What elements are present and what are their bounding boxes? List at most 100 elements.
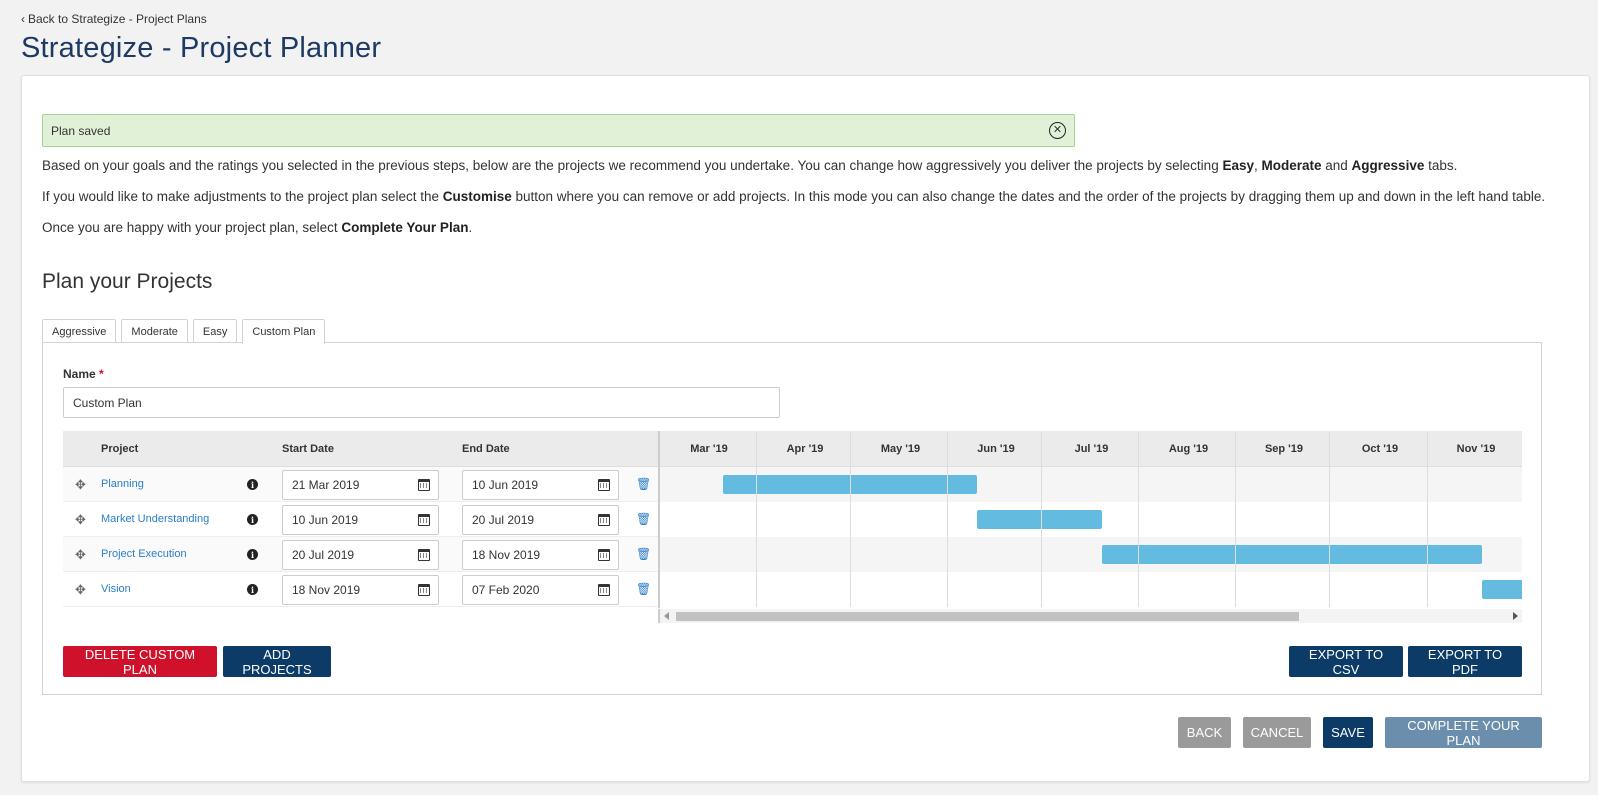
export-pdf-button[interactable]: EXPORT TO PDF [1408,646,1522,677]
end-date-value: 18 Nov 2019 [472,548,541,562]
intro-text: If you would like to make adjustments to… [42,189,443,204]
start-date-input[interactable]: 10 Jun 2019 [282,505,439,535]
drag-handle-icon[interactable]: ✥ [75,582,86,598]
gantt-scrollbar[interactable] [658,609,1522,623]
projects-table: Project Start Date End Date ✥ Planning i… [63,431,658,607]
table-header: Project Start Date End Date [63,431,658,467]
calendar-icon[interactable] [418,549,430,561]
cancel-button[interactable]: CANCEL [1243,717,1311,748]
table-body: ✥ Planning i 21 Mar 2019 10 Jun 2019 🗑 ✥… [63,467,658,607]
drag-handle-icon[interactable]: ✥ [75,512,86,528]
col-end-date: End Date [462,443,510,455]
calendar-icon[interactable] [418,479,430,491]
intro-bold-aggressive: Aggressive [1351,158,1425,173]
tab-panel: Name * Project Start Date End Date ✥ Pla… [42,342,1542,695]
scroll-right-icon[interactable] [1513,612,1518,620]
name-label-text: Name [63,367,96,381]
calendar-icon[interactable] [418,584,430,596]
alert-text: Plan saved [51,123,111,138]
end-date-input[interactable]: 10 Jun 2019 [462,470,619,500]
drag-handle-icon[interactable]: ✥ [75,477,86,493]
export-csv-button[interactable]: EXPORT TO CSV [1289,646,1403,677]
scroll-thumb[interactable] [676,612,1299,621]
gantt-month-label: Mar '19 [690,443,728,455]
info-icon[interactable]: i [247,549,258,560]
success-alert: Plan saved ✕ [42,114,1075,147]
calendar-icon[interactable] [598,549,610,561]
start-date-value: 20 Jul 2019 [292,548,355,562]
calendar-icon[interactable] [598,584,610,596]
project-link[interactable]: Vision [101,583,131,595]
gantt-row [660,502,1522,537]
gantt-gridline [850,431,851,607]
col-project: Project [101,443,139,455]
calendar-icon[interactable] [418,514,430,526]
end-date-value: 10 Jun 2019 [472,478,539,492]
gantt-bar[interactable] [977,510,1103,529]
intro-text: and [1321,158,1352,173]
trash-icon[interactable]: 🗑 [636,547,651,561]
calendar-icon[interactable] [598,479,610,491]
close-alert-icon[interactable]: ✕ [1049,122,1066,139]
back-link-label: Back to Strategize - Project Plans [28,12,207,26]
intro-text: Based on your goals and the ratings you … [42,158,1223,173]
trash-icon[interactable]: 🗑 [636,512,651,526]
scroll-left-icon[interactable] [664,612,669,620]
gantt-month-label: May '19 [880,443,921,455]
start-date-input[interactable]: 21 Mar 2019 [282,470,439,500]
start-date-input[interactable]: 20 Jul 2019 [282,540,439,570]
name-label: Name * [63,367,104,381]
gantt-gridline [1041,431,1042,607]
intro-text: button where you can remove or add proje… [511,189,1546,204]
delete-custom-plan-button[interactable]: DELETE CUSTOM PLAN [63,646,217,677]
back-link[interactable]: ‹ Back to Strategize - Project Plans [21,12,207,26]
tab-aggressive[interactable]: Aggressive [42,319,117,343]
gantt-bar[interactable] [1482,580,1522,599]
gantt-chart: Mar '19 Apr '19 May '19 Jun '19 Jul '19 Aug '… [658,431,1522,627]
add-projects-button[interactable]: ADD PROJECTS [223,646,331,677]
gantt-row [660,467,1522,502]
info-icon[interactable]: i [247,514,258,525]
gantt-month-label: Oct '19 [1361,443,1399,455]
gantt-month-label: Sep '19 [1264,443,1304,455]
end-date-input[interactable]: 20 Jul 2019 [462,505,619,535]
end-date-input[interactable]: 18 Nov 2019 [462,540,619,570]
project-link[interactable]: Planning [101,478,144,490]
start-date-value: 18 Nov 2019 [292,583,361,597]
chevron-left-icon: ‹ [21,12,25,26]
page-title: Strategize - Project Planner [21,32,382,64]
project-link[interactable]: Market Understanding [101,513,209,525]
info-icon[interactable]: i [247,584,258,595]
complete-your-plan-button[interactable]: COMPLETE YOUR PLAN [1385,717,1542,748]
plan-name-input[interactable] [63,387,780,418]
save-button[interactable]: SAVE [1323,717,1373,748]
tab-easy[interactable]: Easy [192,319,238,343]
tab-custom-plan[interactable]: Custom Plan [242,319,326,344]
info-icon[interactable]: i [247,479,258,490]
trash-icon[interactable]: 🗑 [636,477,651,491]
intro-text: , [1253,158,1262,173]
end-date-value: 07 Feb 2020 [472,583,540,597]
back-button[interactable]: BACK [1178,717,1231,748]
calendar-icon[interactable] [598,514,610,526]
end-date-input[interactable]: 07 Feb 2020 [462,575,619,605]
gantt-gridline [1329,431,1330,607]
gantt-month-label: Nov '19 [1456,443,1496,455]
gantt-bar[interactable] [1102,545,1483,564]
end-date-value: 20 Jul 2019 [472,513,535,527]
table-row: ✥ Vision i 18 Nov 2019 07 Feb 2020 🗑 [63,572,658,607]
tab-moderate[interactable]: Moderate [121,319,188,343]
gantt-header: Mar '19 Apr '19 May '19 Jun '19 Jul '19 Aug '… [658,431,1522,467]
plan-tabs: Aggressive Moderate Easy Custom Plan [42,319,326,344]
start-date-input[interactable]: 18 Nov 2019 [282,575,439,605]
gantt-month-label: Jul '19 [1074,443,1109,455]
project-link[interactable]: Project Execution [101,548,187,560]
drag-handle-icon[interactable]: ✥ [75,547,86,563]
gantt-month-label: Jun '19 [977,443,1015,455]
gantt-gridline [1138,431,1139,607]
intro-paragraph-2: If you would like to make adjustments to… [42,189,1545,204]
trash-icon[interactable]: 🗑 [636,582,651,596]
intro-bold-complete: Complete Your Plan [341,220,469,235]
intro-paragraph-1: Based on your goals and the ratings you … [42,158,1457,173]
intro-bold-easy: Easy [1222,158,1254,173]
